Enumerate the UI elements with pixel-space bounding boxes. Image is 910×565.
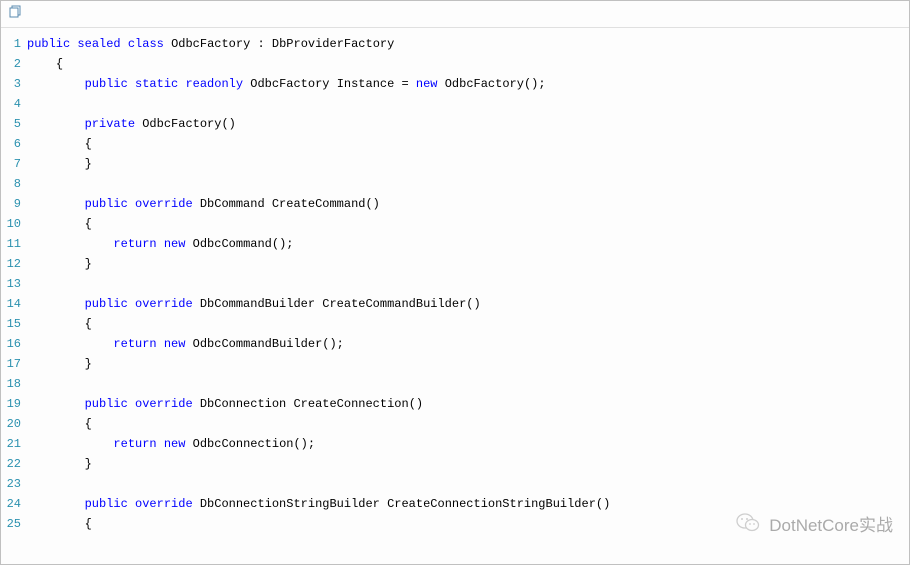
- code-content: {: [27, 54, 909, 74]
- code-content: }: [27, 454, 909, 474]
- line-number: 8: [1, 174, 27, 194]
- line-number: 7: [1, 154, 27, 174]
- code-line: 17 }: [1, 354, 909, 374]
- code-content: [27, 474, 909, 494]
- code-content: {: [27, 414, 909, 434]
- line-number: 16: [1, 334, 27, 354]
- line-number: 9: [1, 194, 27, 214]
- code-line: 3 public static readonly OdbcFactory Ins…: [1, 74, 909, 94]
- code-content: [27, 374, 909, 394]
- code-content: public sealed class OdbcFactory : DbProv…: [27, 34, 909, 54]
- code-line: 18: [1, 374, 909, 394]
- code-line: 6 {: [1, 134, 909, 154]
- line-number: 2: [1, 54, 27, 74]
- code-line: 4: [1, 94, 909, 114]
- code-content: [27, 174, 909, 194]
- code-line: 11 return new OdbcCommand();: [1, 234, 909, 254]
- line-number: 6: [1, 134, 27, 154]
- line-number: 12: [1, 254, 27, 274]
- code-content: {: [27, 214, 909, 234]
- code-content: [27, 274, 909, 294]
- code-line: 12 }: [1, 254, 909, 274]
- line-number: 20: [1, 414, 27, 434]
- code-line: 15 {: [1, 314, 909, 334]
- code-line: 22 }: [1, 454, 909, 474]
- code-line: 20 {: [1, 414, 909, 434]
- line-number: 17: [1, 354, 27, 374]
- copy-icon[interactable]: [9, 5, 23, 19]
- code-line: 9 public override DbCommand CreateComman…: [1, 194, 909, 214]
- watermark-text: DotNetCore实战: [769, 511, 893, 536]
- line-number: 1: [1, 34, 27, 54]
- code-content: public override DbConnection CreateConne…: [27, 394, 909, 414]
- code-line: 5 private OdbcFactory(): [1, 114, 909, 134]
- code-content: {: [27, 314, 909, 334]
- code-content: public override DbCommandBuilder CreateC…: [27, 294, 909, 314]
- code-line: 7 }: [1, 154, 909, 174]
- line-number: 13: [1, 274, 27, 294]
- code-content: private OdbcFactory(): [27, 114, 909, 134]
- code-line: 1public sealed class OdbcFactory : DbPro…: [1, 34, 909, 54]
- code-line: 16 return new OdbcCommandBuilder();: [1, 334, 909, 354]
- line-number: 4: [1, 94, 27, 114]
- code-content: return new OdbcCommandBuilder();: [27, 334, 909, 354]
- line-number: 11: [1, 234, 27, 254]
- line-number: 3: [1, 74, 27, 94]
- code-line: 19 public override DbConnection CreateCo…: [1, 394, 909, 414]
- code-line: 14 public override DbCommandBuilder Crea…: [1, 294, 909, 314]
- code-line: 10 {: [1, 214, 909, 234]
- code-block: 1public sealed class OdbcFactory : DbPro…: [1, 28, 909, 540]
- line-number: 21: [1, 434, 27, 454]
- code-content: public static readonly OdbcFactory Insta…: [27, 74, 909, 94]
- code-content: }: [27, 254, 909, 274]
- line-number: 19: [1, 394, 27, 414]
- line-number: 22: [1, 454, 27, 474]
- code-line: 23: [1, 474, 909, 494]
- code-line: 13: [1, 274, 909, 294]
- code-line: 8: [1, 174, 909, 194]
- wechat-icon: [735, 510, 761, 536]
- line-number: 10: [1, 214, 27, 234]
- code-content: [27, 94, 909, 114]
- code-content: public override DbCommand CreateCommand(…: [27, 194, 909, 214]
- line-number: 5: [1, 114, 27, 134]
- watermark: DotNetCore实战: [735, 510, 893, 536]
- line-number: 24: [1, 494, 27, 514]
- line-number: 23: [1, 474, 27, 494]
- code-content: {: [27, 134, 909, 154]
- code-content: }: [27, 154, 909, 174]
- line-number: 14: [1, 294, 27, 314]
- line-number: 15: [1, 314, 27, 334]
- code-content: return new OdbcConnection();: [27, 434, 909, 454]
- line-number: 25: [1, 514, 27, 534]
- code-toolbar: [1, 1, 909, 28]
- code-content: }: [27, 354, 909, 374]
- code-line: 2 {: [1, 54, 909, 74]
- code-content: return new OdbcCommand();: [27, 234, 909, 254]
- code-line: 21 return new OdbcConnection();: [1, 434, 909, 454]
- line-number: 18: [1, 374, 27, 394]
